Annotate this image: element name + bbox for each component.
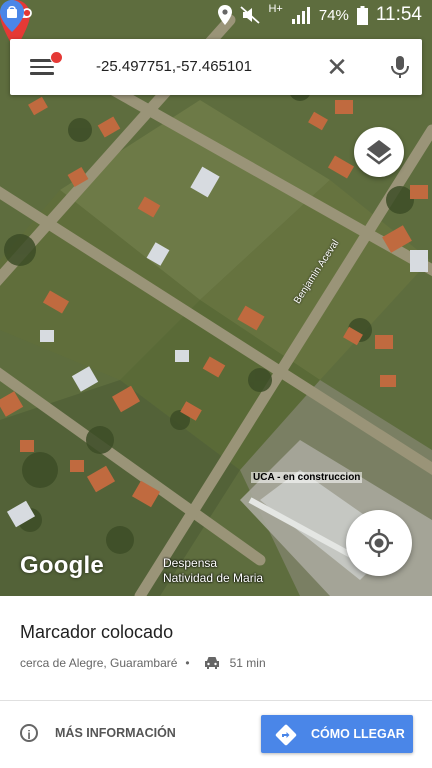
close-icon[interactable]: ✕ — [323, 53, 351, 81]
directions-button[interactable]: CÓMO LLEGAR — [261, 715, 413, 753]
poi-label[interactable]: Despensa Natividad de Maria — [163, 556, 263, 586]
battery-percent: 74% — [318, 6, 349, 24]
map-overlay-label: UCA - en construccion — [251, 472, 363, 483]
signal-icon — [291, 7, 310, 24]
notification-dot — [50, 51, 63, 64]
layers-button[interactable] — [354, 127, 404, 177]
crosshair-icon — [365, 529, 393, 557]
directions-label: CÓMO LLEGAR — [311, 727, 405, 741]
my-location-button[interactable] — [346, 510, 412, 576]
status-bar: H+ 74% 11:54 — [0, 0, 432, 32]
google-logo: Google — [20, 552, 104, 579]
divider — [0, 700, 432, 701]
more-info-label: MÁS INFORMACIÓN — [55, 726, 176, 740]
directions-icon — [275, 724, 297, 746]
network-type: H+ — [268, 3, 283, 15]
info-icon: i — [20, 724, 38, 742]
search-bar[interactable]: -25.497751,-57.465101 ✕ — [10, 39, 422, 95]
place-sheet: Marcador colocado cerca de Alegre, Guara… — [0, 596, 432, 768]
place-title: Marcador colocado — [20, 622, 174, 642]
microphone-icon[interactable] — [386, 53, 414, 81]
poi-label-line1: Despensa — [163, 556, 218, 570]
poi-label-line2: Natividad de Maria — [163, 571, 264, 585]
more-info-button[interactable]: i MÁS INFORMACIÓN — [20, 724, 176, 742]
battery-icon — [356, 5, 368, 25]
place-location: cerca de Alegre, Guarambaré — [20, 656, 178, 670]
travel-time: 51 min — [229, 656, 266, 670]
car-icon — [204, 657, 219, 669]
mute-icon — [240, 6, 261, 24]
search-input[interactable]: -25.497751,-57.465101 — [96, 58, 252, 75]
place-subtitle: cerca de Alegre, Guarambaré • 51 min — [20, 656, 266, 670]
layers-icon — [366, 140, 392, 165]
shopping-pin-icon[interactable] — [0, 0, 24, 32]
location-icon — [218, 5, 233, 25]
clock: 11:54 — [375, 4, 422, 25]
